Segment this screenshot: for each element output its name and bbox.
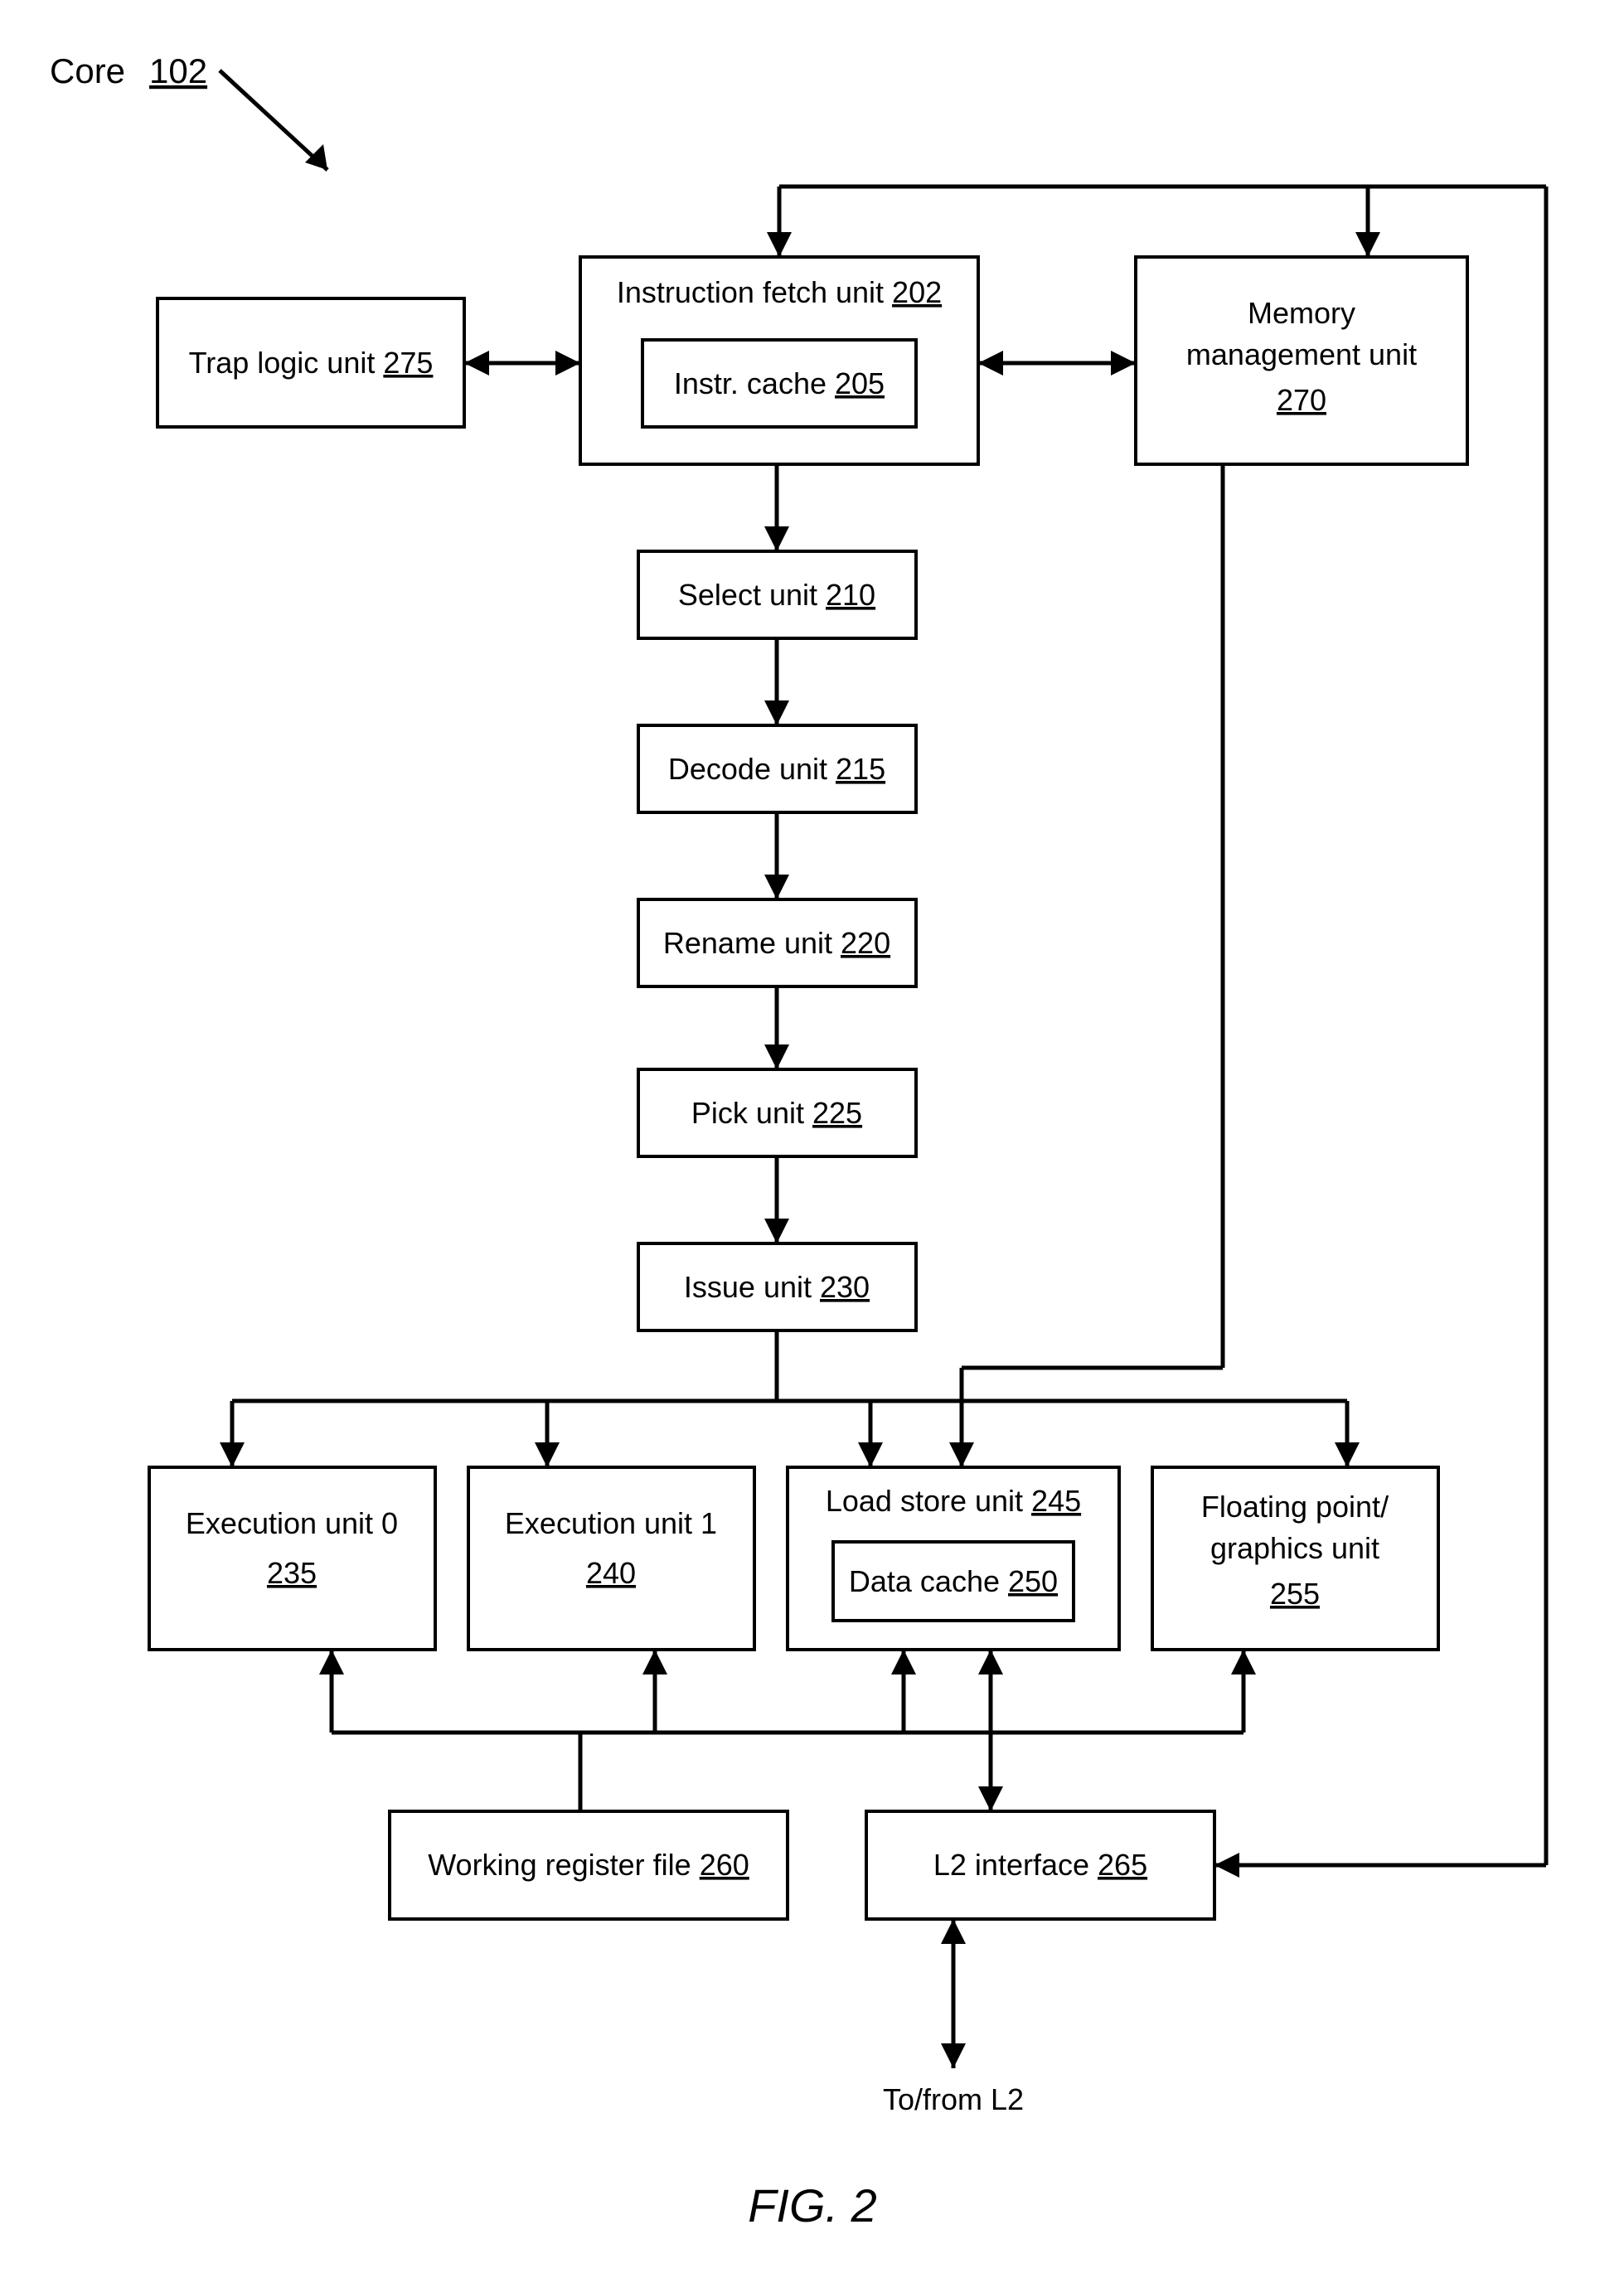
title-group: Core 102	[50, 51, 327, 170]
arrow-ifu-mmu	[978, 351, 1136, 376]
issue-ref: 230	[820, 1270, 870, 1304]
mmu-box: Memory management unit 270	[1136, 257, 1467, 464]
select-label: Select unit	[678, 578, 817, 612]
pick-ref: 225	[812, 1096, 862, 1130]
pick-box: Pick unit 225	[638, 1069, 916, 1156]
arrow-select-decode	[764, 638, 789, 725]
exu0-box: Execution unit 0 235	[149, 1467, 435, 1650]
arrow-decode-rename	[764, 812, 789, 899]
svg-text:Load store unit: Load store unit 245	[826, 1484, 1081, 1518]
lsu-label: Load store unit	[826, 1484, 1023, 1518]
mmu-l1: Memory	[1248, 296, 1355, 330]
svg-text:Data cache 250: Data cache 250	[849, 1564, 1058, 1598]
l2i-ref: 265	[1098, 1848, 1147, 1882]
svg-text:L2 interface 265: L2 interface 265	[933, 1848, 1147, 1882]
issue-label: Issue unit	[684, 1270, 812, 1304]
fgu-l1: Floating point/	[1201, 1490, 1389, 1524]
arrow-units-wrf	[319, 1650, 1256, 1811]
exu1-label: Execution unit 1	[505, 1506, 717, 1540]
arrow-tlu-ifu	[464, 351, 580, 376]
fgu-ref: 255	[1270, 1577, 1320, 1611]
icache-label: Instr. cache	[674, 366, 827, 400]
rename-ref: 220	[841, 926, 890, 960]
ifu-ref: 202	[892, 275, 942, 309]
exu1-box: Execution unit 1 240	[468, 1467, 754, 1650]
ifu-label: Instruction fetch unit	[617, 275, 884, 309]
svg-text:Pick unit 225: Pick unit 225	[691, 1096, 862, 1130]
title-arrow-line	[220, 70, 327, 170]
icache-ref: 205	[835, 366, 885, 400]
exu1-ref: 240	[586, 1556, 636, 1590]
exu0-label: Execution unit 0	[186, 1506, 398, 1540]
figure-label: FIG. 2	[748, 2179, 877, 2232]
select-ref: 210	[826, 578, 875, 612]
svg-text:Instr. cache 205: Instr. cache 205	[674, 366, 885, 400]
tlu-box: Trap logic unit 275	[158, 298, 464, 427]
rename-label: Rename unit	[663, 926, 832, 960]
lsu-ref: 245	[1031, 1484, 1081, 1518]
dcache-ref: 250	[1008, 1564, 1058, 1598]
arrow-l2i-ext	[941, 1919, 966, 2068]
decode-box: Decode unit 215	[638, 725, 916, 812]
l2i-box: L2 interface 265	[866, 1811, 1214, 1919]
select-box: Select unit 210	[638, 551, 916, 638]
diagram-canvas: Core 102 Instruction fetch unit 202 Inst…	[0, 0, 1624, 2273]
svg-text:Instruction fetch unit: Instruction fetch unit 202	[617, 275, 942, 309]
lsu-box: Load store unit 245 Data cache 250	[788, 1467, 1119, 1650]
title-label: Core	[50, 51, 125, 90]
tofrom-label: To/from L2	[883, 2082, 1024, 2116]
tlu-ref: 275	[383, 346, 433, 380]
svg-text:Trap logic unit: Trap logic unit 275	[189, 346, 434, 380]
decode-ref: 215	[836, 752, 885, 786]
wrf-box: Working register file 260	[390, 1811, 788, 1919]
l2i-label: L2 interface	[933, 1848, 1089, 1882]
svg-text:Select unit 210: Select unit 210	[678, 578, 875, 612]
arrow-ifu-select	[764, 464, 789, 551]
ifu-box: Instruction fetch unit 202 Instr. cache …	[580, 257, 978, 464]
wrf-label: Working register file	[428, 1848, 691, 1882]
wrf-ref: 260	[700, 1848, 749, 1882]
arrow-mmu-lsu	[949, 464, 1223, 1467]
title-arrow-head	[305, 144, 327, 170]
svg-text:Rename unit 220: Rename unit 220	[663, 926, 890, 960]
fgu-box: Floating point/ graphics unit 255	[1152, 1467, 1438, 1650]
exu0-ref: 235	[267, 1556, 317, 1590]
dcache-label: Data cache	[849, 1564, 1000, 1598]
mmu-l2: management unit	[1186, 337, 1417, 371]
title-ref: 102	[149, 51, 207, 90]
arrow-rename-pick	[764, 986, 789, 1069]
mmu-ref: 270	[1277, 383, 1326, 417]
arrow-issue-bus	[220, 1330, 1360, 1467]
svg-text:Working register file: Working register file 260	[428, 1848, 749, 1882]
issue-box: Issue unit 230	[638, 1243, 916, 1330]
tlu-label: Trap logic unit	[189, 346, 376, 380]
arrow-pick-issue	[764, 1156, 789, 1243]
decode-label: Decode unit	[668, 752, 827, 786]
fgu-l2: graphics unit	[1210, 1531, 1379, 1565]
svg-text:Decode unit 215: Decode unit 215	[668, 752, 885, 786]
rename-box: Rename unit 220	[638, 899, 916, 986]
svg-text:Issue unit 230: Issue unit 230	[684, 1270, 870, 1304]
pick-label: Pick unit	[691, 1096, 804, 1130]
